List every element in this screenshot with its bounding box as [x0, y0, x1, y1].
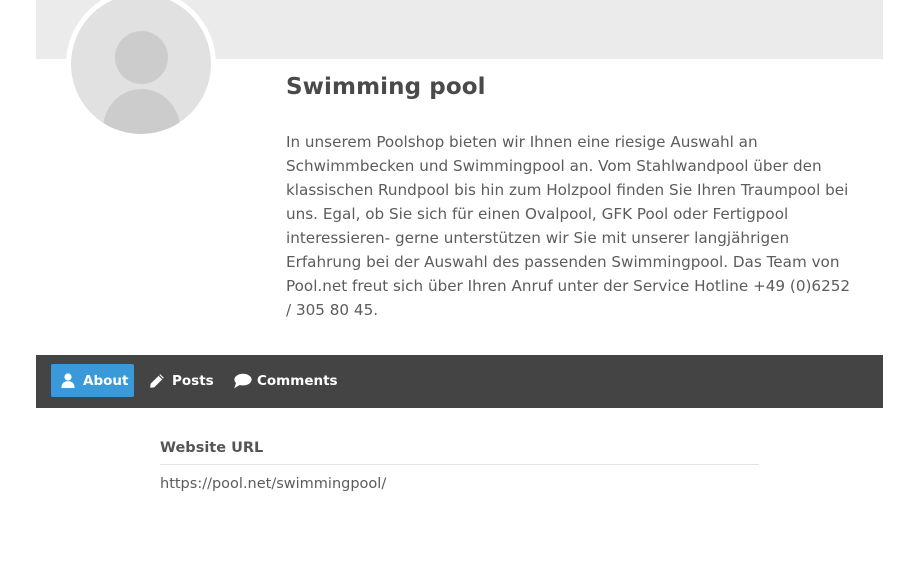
tab-about[interactable]: About	[51, 364, 134, 397]
website-url-link[interactable]: https://pool.net/swimmingpool/	[160, 476, 386, 492]
default-avatar-icon	[71, 0, 211, 134]
speech-bubble-icon	[233, 373, 252, 389]
tab-posts[interactable]: Posts	[149, 364, 214, 397]
tab-posts-label: Posts	[172, 372, 214, 389]
user-icon	[61, 373, 75, 388]
field-divider	[160, 464, 759, 465]
website-url-label: Website URL	[160, 440, 264, 456]
tab-comments-label: Comments	[257, 372, 338, 389]
avatar-head-shape	[115, 31, 168, 84]
profile-bio: In unserem Poolshop bieten wir Ihnen ein…	[286, 133, 851, 319]
avatar-body-shape	[103, 89, 180, 134]
profile-page: Swimming pool In unserem Poolshop bieten…	[0, 0, 910, 561]
tab-comments[interactable]: Comments	[233, 364, 338, 397]
pencil-icon	[149, 373, 165, 389]
profile-name: Swimming pool	[286, 74, 486, 100]
profile-tab-bar: About Posts Comments	[36, 355, 883, 408]
avatar	[66, 0, 216, 139]
tab-about-label: About	[83, 372, 129, 389]
